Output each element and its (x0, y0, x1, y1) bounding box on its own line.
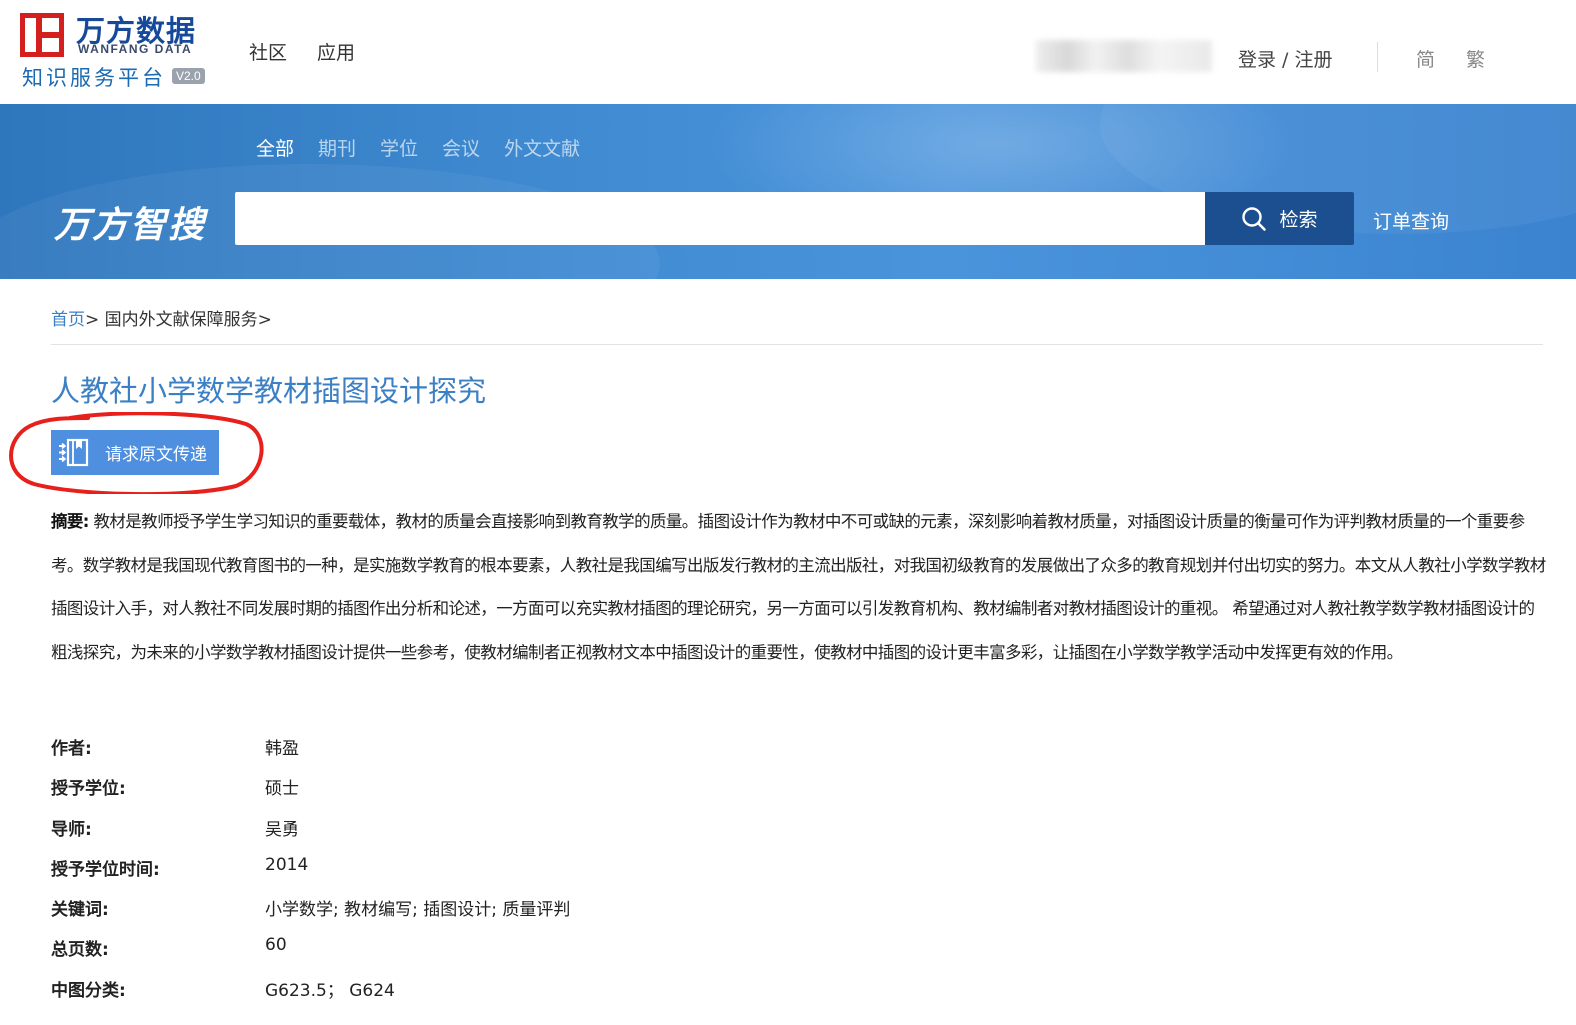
meta-key: 作者: (51, 739, 92, 759)
content-divider (51, 344, 1543, 345)
tab-foreign-literature[interactable]: 外文文献 (504, 134, 580, 161)
wanfang-logo[interactable]: 万方数据 WANFANG DATA 知识服务平台 V2.0 (20, 10, 220, 92)
lang-simplified-toggle[interactable]: 简 (1416, 45, 1435, 72)
meta-value: 2014 (265, 854, 309, 875)
login-register-link[interactable]: 登录 / 注册 (1238, 45, 1332, 72)
meta-value: G623.5； G624 (265, 980, 395, 1001)
meta-row-keywords: 关键词: 小学数学; 教材编写; 插图设计; 质量评判 (51, 889, 951, 929)
tab-journals[interactable]: 期刊 (318, 134, 356, 161)
tab-conferences[interactable]: 会议 (442, 134, 480, 161)
meta-row-advisor: 导师: 吴勇 (51, 809, 951, 849)
book-delivery-icon (59, 438, 89, 466)
search-button-label: 检索 (1279, 209, 1318, 231)
meta-key: 中图分类: (51, 980, 126, 1001)
meta-row-degree: 授予学位: 硕士 (51, 768, 951, 808)
tab-degrees[interactable]: 学位 (380, 134, 418, 161)
abstract-text: 教材是教师授予学生学习知识的重要载体，教材的质量会直接影响到教育教学的质量。插图… (51, 512, 1546, 662)
breadcrumb-separator: > (85, 310, 105, 330)
meta-key: 关键词: (51, 900, 109, 921)
nav-community[interactable]: 社区 (249, 38, 287, 65)
breadcrumb: 首页> 国内外文献保障服务> (51, 305, 272, 330)
header-divider (1377, 42, 1378, 72)
abstract-label: 摘要: (51, 512, 89, 531)
meta-key: 授予学位: (51, 779, 126, 800)
meta-value[interactable]: 韩盈 (265, 734, 299, 759)
meta-row-page-count: 总页数: 60 (51, 929, 951, 969)
abstract: 摘要: 教材是教师授予学生学习知识的重要载体，教材的质量会直接影响到教育教学的质… (51, 500, 1547, 674)
search-type-tabs: 全部 期刊 学位 会议 外文文献 (256, 134, 580, 161)
search-input[interactable] (235, 192, 1205, 245)
nav-apps[interactable]: 应用 (317, 38, 355, 65)
search-button[interactable]: 检索 (1205, 192, 1354, 245)
meta-row-classification: 中图分类: G623.5； G624 (51, 970, 951, 1010)
order-query-link[interactable]: 订单查询 (1373, 207, 1449, 234)
metadata-list: 作者: 韩盈 授予学位: 硕士 导师: 吴勇 授予学位时间: 2014 关键词:… (51, 728, 951, 1010)
logo-platform-name: 知识服务平台 (22, 66, 166, 90)
logo-english-name: WANFANG DATA (78, 42, 193, 56)
top-header: 万方数据 WANFANG DATA 知识服务平台 V2.0 社区 应用 登录 /… (0, 0, 1576, 104)
tab-all[interactable]: 全部 (256, 134, 294, 161)
meta-value: 硕士 (265, 779, 299, 800)
request-full-text-label: 请求原文传递 (105, 445, 207, 465)
logo-version-badge: V2.0 (172, 68, 205, 84)
meta-value[interactable]: 吴勇 (265, 815, 299, 840)
request-full-text-button[interactable]: 请求原文传递 (51, 430, 219, 475)
top-nav: 社区 应用 (249, 38, 355, 65)
breadcrumb-separator: > (257, 310, 272, 330)
lang-traditional-toggle[interactable]: 繁 (1466, 45, 1485, 72)
meta-key: 总页数: (51, 940, 109, 961)
breadcrumb-home[interactable]: 首页 (51, 310, 85, 330)
search-icon (1242, 206, 1267, 231)
meta-row-degree-year: 授予学位时间: 2014 (51, 849, 951, 889)
meta-key: 导师: (51, 819, 92, 840)
meta-row-author: 作者: 韩盈 (51, 728, 951, 768)
wanfang-search-brand: 万方智搜 (54, 205, 207, 246)
meta-key: 授予学位时间: (51, 859, 160, 880)
blurred-redacted-area (1036, 40, 1212, 72)
meta-value[interactable]: 小学数学; 教材编写; 插图设计; 质量评判 (265, 895, 570, 920)
search-banner: 全部 期刊 学位 会议 外文文献 万方智搜 检索 订单查询 (0, 104, 1576, 279)
breadcrumb-section[interactable]: 国内外文献保障服务 (105, 310, 258, 330)
wanfang-logo-mark-icon (20, 13, 64, 57)
meta-value: 60 (265, 935, 287, 956)
document-title: 人教社小学数学教材插图设计探究 (51, 374, 487, 408)
